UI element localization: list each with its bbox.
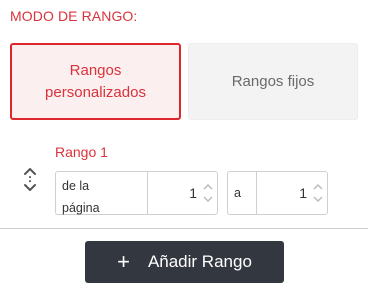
from-page-field[interactable]: de la página 1 — [55, 171, 218, 215]
chevron-up-icon[interactable] — [313, 184, 323, 190]
divider — [0, 228, 368, 229]
to-page-label: a — [228, 172, 257, 214]
add-range-button[interactable]: + Añadir Rango — [85, 241, 284, 283]
custom-ranges-button[interactable]: Rangos personalizados — [10, 43, 181, 120]
to-page-field[interactable]: a 1 — [227, 171, 328, 215]
sort-updown-icon[interactable] — [22, 165, 38, 193]
chevron-up-icon[interactable] — [203, 184, 213, 190]
fixed-ranges-button[interactable]: Rangos fijos — [188, 43, 358, 120]
range-title: Rango 1 — [55, 144, 108, 160]
custom-ranges-label: Rangos personalizados — [45, 61, 146, 101]
split-range-panel: MODO DE RANGO: Rangos personalizados Ran… — [0, 0, 368, 289]
plus-icon: + — [117, 249, 130, 274]
add-range-label: Añadir Rango — [147, 252, 252, 271]
range-mode-title: MODO DE RANGO: — [10, 8, 138, 24]
from-page-value[interactable]: 1 — [189, 185, 197, 201]
chevron-down-icon[interactable] — [203, 196, 213, 202]
to-page-stepper[interactable] — [313, 184, 323, 202]
chevron-down-icon[interactable] — [313, 196, 323, 202]
from-page-stepper[interactable] — [203, 184, 213, 202]
to-page-value[interactable]: 1 — [299, 185, 307, 201]
from-page-input[interactable]: 1 — [148, 172, 217, 214]
fixed-ranges-label: Rangos fijos — [231, 72, 315, 90]
from-page-label: de la página — [56, 172, 148, 215]
from-page-label-line2: página — [62, 201, 100, 215]
to-page-input[interactable]: 1 — [257, 172, 327, 214]
from-page-label-line1: de la — [62, 179, 90, 193]
